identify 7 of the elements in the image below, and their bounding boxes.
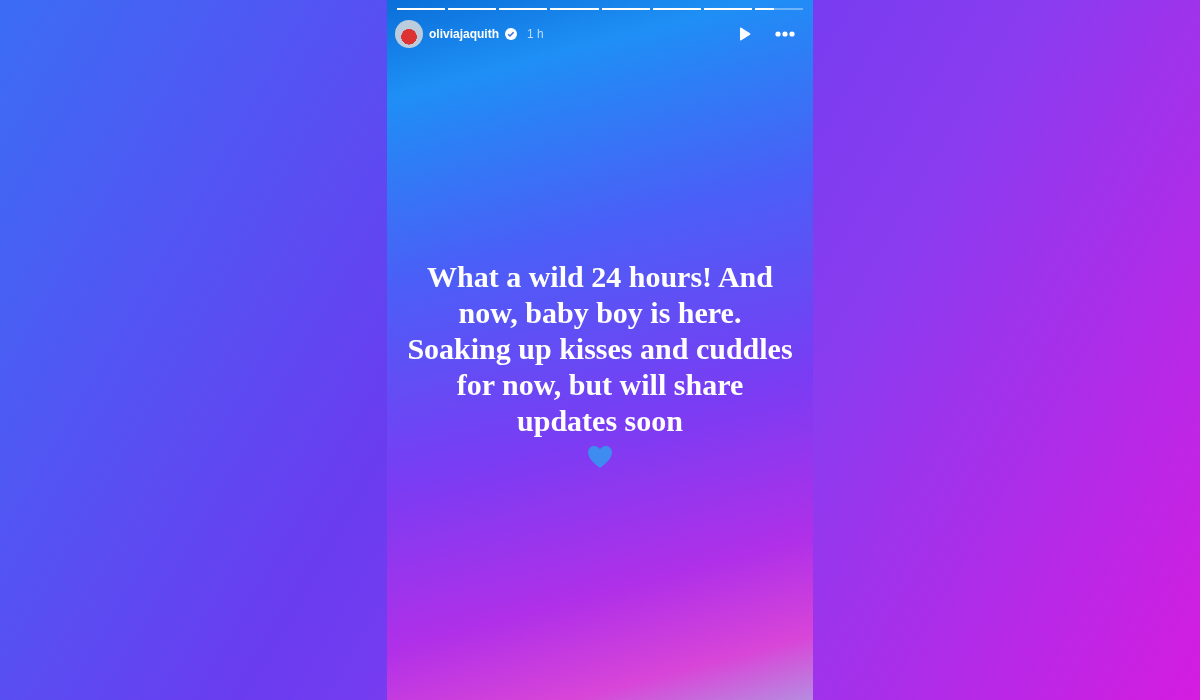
post-time: 1 h — [527, 27, 544, 41]
username[interactable]: oliviajaquith — [429, 27, 499, 41]
heart-icon — [587, 445, 613, 469]
more-icon[interactable] — [775, 31, 795, 37]
story-text: What a wild 24 hours! And now, baby boy is here. Soaking up kisses and cuddles for now, but will share updates soon — [406, 259, 794, 439]
play-icon[interactable] — [739, 27, 751, 41]
avatar[interactable] — [395, 20, 423, 48]
